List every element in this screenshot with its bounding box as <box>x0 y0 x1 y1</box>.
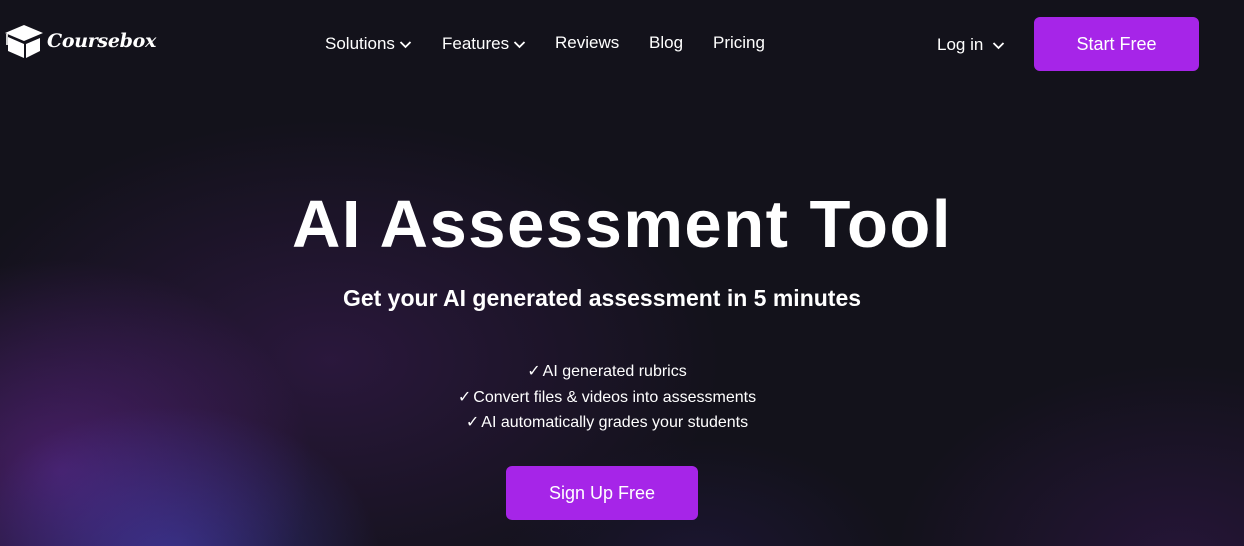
feature-item: ✓ AI generated rubrics <box>0 359 1214 385</box>
chevron-down-icon <box>992 41 1005 50</box>
sign-up-free-button[interactable]: Sign Up Free <box>506 466 698 520</box>
background-glow <box>0 0 1244 546</box>
login-menu[interactable]: Log in <box>937 35 1005 55</box>
nav-item-blog[interactable]: Blog <box>649 33 683 53</box>
hero-subtitle: Get your AI generated assessment in 5 mi… <box>342 285 862 311</box>
nav-item-features[interactable]: Features <box>442 34 526 54</box>
nav-item-label: Solutions <box>325 34 395 53</box>
checkmark-icon: ✓ <box>457 388 472 406</box>
nav-item-label: Features <box>442 34 510 53</box>
nav-item-label: Blog <box>649 33 684 52</box>
nav-item-label: Reviews <box>555 33 620 52</box>
chevron-down-icon <box>513 40 526 49</box>
checkmark-icon: ✓ <box>527 363 541 380</box>
chevron-down-icon <box>399 40 412 49</box>
start-free-button[interactable]: Start Free <box>1034 17 1199 71</box>
hero-title: AI Assessment Tool <box>292 187 952 262</box>
graduation-cap-box-icon <box>4 23 44 59</box>
feature-list: ✓ AI generated rubrics ✓ Convert files & v… <box>0 359 1214 436</box>
nav-item-solutions[interactable]: Solutions <box>325 34 412 54</box>
login-label: Log in <box>937 35 984 54</box>
checkmark-icon: ✓ <box>465 414 480 431</box>
landing-page: Coursebox Solutions Features Reviews Blo… <box>0 0 1244 546</box>
brand-logo-link[interactable]: Coursebox <box>4 23 156 59</box>
feature-item: ✓ Convert files & videos into assessments <box>0 385 1214 411</box>
feature-text: AI generated rubrics <box>542 363 687 380</box>
brand-name: Coursebox <box>47 30 156 52</box>
nav-item-label: Pricing <box>713 33 765 52</box>
feature-text: Convert files & videos into assessments <box>473 388 757 406</box>
nav-item-pricing[interactable]: Pricing <box>713 33 765 53</box>
feature-item: ✓ AI automatically grades your students <box>0 410 1214 436</box>
nav-item-reviews[interactable]: Reviews <box>555 33 619 53</box>
feature-text: AI automatically grades your students <box>481 414 749 431</box>
